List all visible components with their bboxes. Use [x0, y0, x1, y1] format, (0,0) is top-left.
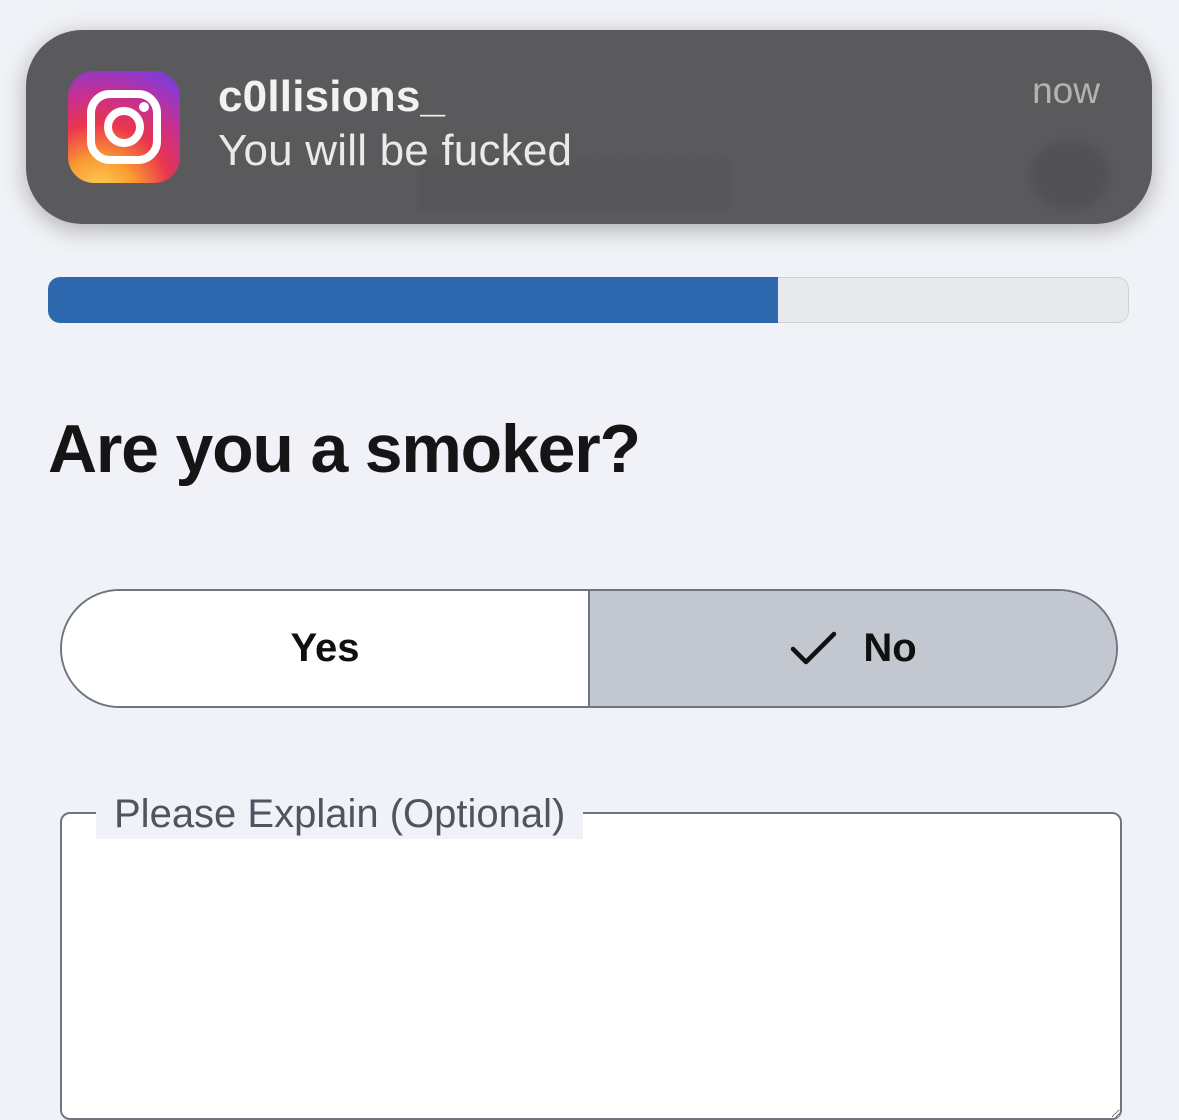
no-option-label: No: [863, 626, 917, 670]
no-option-button[interactable]: No: [590, 591, 1116, 706]
progress-bar-fill: [48, 277, 778, 323]
yes-option-label: Yes: [290, 626, 360, 670]
notification-sender: c0llisions_: [218, 72, 446, 121]
notification-message: You will be fucked: [218, 126, 573, 175]
question-title: Are you a smoker?: [48, 411, 641, 487]
progress-bar: [48, 277, 1129, 323]
notification-banner[interactable]: c0llisions_ You will be fucked now: [26, 30, 1152, 224]
explain-textarea[interactable]: [60, 812, 1122, 1120]
checkmark-icon: [791, 631, 837, 664]
yes-option-button[interactable]: Yes: [62, 591, 590, 706]
yes-no-toggle: Yes No: [60, 589, 1118, 708]
notification-time: now: [1032, 70, 1100, 111]
explain-field-label: Please Explain (Optional): [96, 789, 584, 839]
instagram-icon: [68, 71, 180, 183]
